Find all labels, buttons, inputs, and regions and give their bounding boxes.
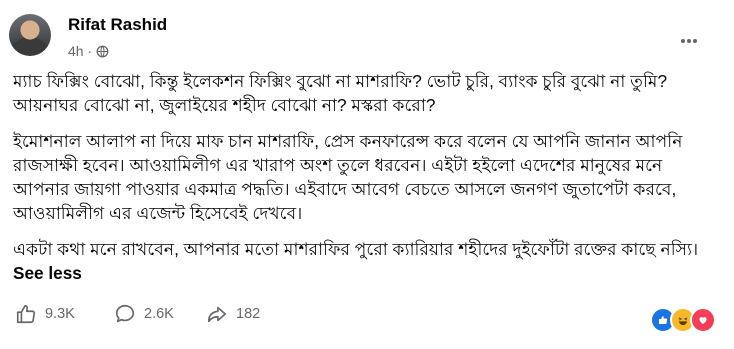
avatar[interactable] xyxy=(9,14,51,56)
globe-icon[interactable] xyxy=(96,45,109,58)
post-paragraph: ম্যাচ ফিক্সিং বোঝো, কিন্তু ইলেকশন ফিক্সি… xyxy=(13,71,668,115)
comment-stat[interactable]: 2.6K xyxy=(114,303,174,325)
post-paragraph: ইমোশনাল আলাপ না দিয়ে মাফ চান মাশরাফি, প… xyxy=(13,131,683,223)
post-meta: 4h · xyxy=(68,43,109,59)
share-count: 182 xyxy=(236,306,261,322)
post-stats-bar: 9.3K 2.6K 182 xyxy=(0,303,734,333)
facebook-post-card: Rifat Rashid 4h · ম্যাচ ফিক্সিং বোঝো, কি… xyxy=(0,0,734,349)
thumbs-up-icon xyxy=(16,304,36,324)
post-paragraph-text: একটা কথা মনে রাখবেন, আপনার মতো মাশরাফির … xyxy=(13,239,699,259)
see-less-link[interactable]: See less xyxy=(13,263,82,283)
share-icon xyxy=(207,306,227,323)
share-stat[interactable]: 182 xyxy=(206,303,260,325)
reactions-summary[interactable] xyxy=(650,307,716,333)
post-paragraph-last: একটা কথা মনে রাখবেন, আপনার মতো মাশরাফির … xyxy=(13,237,723,285)
love-reaction-icon xyxy=(690,307,716,333)
post-time[interactable]: 4h · xyxy=(68,43,92,59)
like-count: 9.3K xyxy=(45,306,75,322)
comment-icon xyxy=(115,304,135,323)
like-stat[interactable]: 9.3K xyxy=(15,303,75,325)
post-body: ম্যাচ ফিক্সিং বোঝো, কিন্তু ইলেকশন ফিক্সি… xyxy=(13,69,723,297)
author-name[interactable]: Rifat Rashid xyxy=(68,15,167,35)
comment-count: 2.6K xyxy=(144,306,174,322)
more-options-icon[interactable] xyxy=(681,30,701,43)
